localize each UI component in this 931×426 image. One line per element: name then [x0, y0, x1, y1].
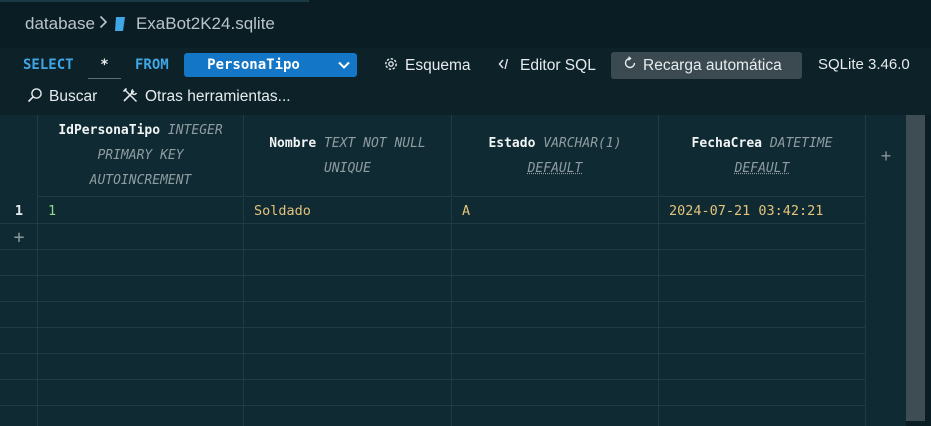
empty-cell	[659, 276, 866, 302]
table-select-label: PersonaTipo	[207, 57, 300, 73]
sqlite-version: SQLite 3.46.0	[818, 56, 910, 73]
vertical-scrollbar-thumb[interactable]	[906, 115, 925, 421]
empty-cell	[659, 354, 866, 380]
table-cell[interactable]: Soldado	[244, 198, 452, 224]
breadcrumb: database ExaBot2K24.sqlite	[0, 0, 931, 48]
empty-cell	[38, 354, 244, 380]
add-row-button[interactable]: +	[0, 224, 38, 250]
empty-cell	[659, 406, 866, 426]
empty-cell	[452, 302, 659, 328]
from-keyword: FROM	[135, 57, 169, 73]
table-cell[interactable]: 2024-07-21 03:42:21	[659, 198, 866, 224]
empty-cell	[244, 250, 452, 276]
empty-cell	[659, 380, 866, 406]
column-header-estado[interactable]: Estado VARCHAR(1) DEFAULT	[452, 115, 659, 197]
other-tools-label: Otras herramientas...	[145, 88, 291, 105]
empty-cell	[38, 302, 244, 328]
chevron-down-icon	[331, 61, 357, 69]
row-number: 1	[14, 203, 24, 219]
reload-icon	[623, 56, 643, 75]
empty-cell	[659, 328, 866, 354]
column-type: DATETIME	[769, 135, 833, 151]
column-type: AUTOINCREMENT	[89, 173, 192, 188]
breadcrumb-file[interactable]: ExaBot2K24.sqlite	[136, 14, 275, 34]
empty-cell	[452, 328, 659, 354]
column-name: FechaCrea	[691, 135, 762, 151]
empty-cell	[452, 276, 659, 302]
empty-row	[0, 354, 866, 380]
empty-row	[0, 380, 866, 406]
empty-row	[0, 328, 866, 354]
empty-cell	[244, 224, 452, 250]
secondary-toolbar: Buscar Otras herramientas...	[0, 83, 931, 113]
auto-reload-label: Recarga automática	[643, 56, 782, 74]
code-icon	[498, 57, 520, 76]
empty-cell	[452, 250, 659, 276]
column-type: INTEGER	[167, 123, 223, 138]
empty-cell	[452, 224, 659, 250]
empty-cell	[244, 354, 452, 380]
search-label: Buscar	[49, 88, 98, 105]
column-type: DEFAULT	[527, 160, 583, 176]
empty-cell	[659, 250, 866, 276]
query-toolbar: SELECT * FROM PersonaTipo Esquema Editor…	[0, 48, 931, 83]
column-type: VARCHAR(1)	[543, 135, 622, 151]
empty-cell	[38, 276, 244, 302]
empty-cell	[452, 354, 659, 380]
empty-cell	[244, 406, 452, 426]
empty-cell	[38, 406, 244, 426]
table-cell[interactable]: A	[452, 198, 659, 224]
active-tab-indicator	[0, 0, 309, 2]
empty-row	[0, 276, 866, 302]
column-name: IdPersonaTipo	[58, 123, 161, 138]
empty-cell	[244, 380, 452, 406]
empty-cell	[659, 302, 866, 328]
gear-icon	[383, 56, 405, 77]
empty-row	[0, 302, 866, 328]
column-type: UNIQUE	[324, 160, 371, 176]
empty-cell	[38, 380, 244, 406]
empty-cell	[452, 406, 659, 426]
column-header-idpersonatipo[interactable]: IdPersonaTipo INTEGER PRIMARY KEY AUTOIN…	[38, 115, 244, 197]
add-column-button[interactable]: +	[866, 115, 906, 197]
table-cell[interactable]: 1	[38, 198, 244, 224]
table-row[interactable]: 1 1 Soldado A 2024-07-21 03:42:21	[0, 198, 866, 224]
column-header-fechacrea[interactable]: FechaCrea DATETIME DEFAULT	[659, 115, 866, 197]
column-type: TEXT NOT NULL	[324, 135, 426, 151]
column-type: PRIMARY KEY	[97, 148, 184, 163]
other-tools-button[interactable]: Otras herramientas...	[122, 85, 291, 109]
select-keyword: SELECT	[23, 57, 74, 73]
columns-input[interactable]: *	[88, 52, 121, 79]
tools-icon	[122, 87, 145, 108]
empty-row	[0, 406, 866, 426]
sql-editor-button[interactable]: Editor SQL	[498, 54, 596, 78]
search-button[interactable]: Buscar	[27, 85, 97, 109]
chevron-right-icon	[99, 15, 108, 34]
sql-editor-label: Editor SQL	[520, 57, 596, 74]
schema-button[interactable]: Esquema	[383, 54, 470, 78]
schema-button-label: Esquema	[405, 57, 471, 74]
breadcrumb-folder[interactable]: database	[25, 14, 95, 34]
empty-cell	[659, 224, 866, 250]
empty-cell	[38, 224, 244, 250]
empty-row	[0, 250, 866, 276]
column-name: Nombre	[269, 135, 317, 151]
empty-cell	[452, 380, 659, 406]
auto-reload-button[interactable]: Recarga automática	[611, 52, 802, 79]
empty-cell	[244, 276, 452, 302]
empty-cell	[244, 328, 452, 354]
empty-cell	[244, 302, 452, 328]
column-type: DEFAULT	[734, 160, 790, 176]
empty-cell	[38, 328, 244, 354]
add-row: +	[0, 224, 866, 250]
column-header-nombre[interactable]: Nombre TEXT NOT NULL UNIQUE	[244, 115, 452, 197]
data-grid: IdPersonaTipo INTEGER PRIMARY KEY AUTOIN…	[0, 115, 906, 426]
table-select[interactable]: PersonaTipo	[184, 53, 357, 77]
search-icon	[27, 87, 49, 108]
column-name: Estado	[488, 135, 536, 151]
empty-cell	[38, 250, 244, 276]
file-icon	[114, 16, 126, 32]
